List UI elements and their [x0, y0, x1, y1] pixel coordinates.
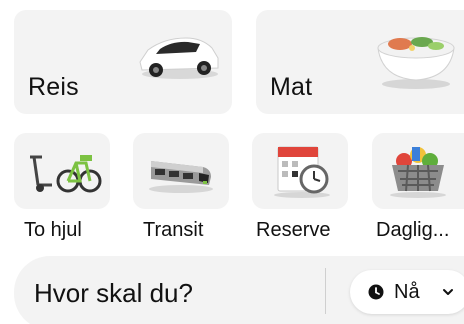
food-tile[interactable]: Mat — [256, 10, 464, 114]
where-to-search-bar[interactable]: Hvor skal du? Nå — [14, 256, 464, 324]
service-label-grocery: Daglig... — [376, 219, 450, 241]
clock-icon — [368, 284, 384, 300]
search-divider — [325, 268, 326, 314]
where-to-prompt[interactable]: Hvor skal du? — [34, 278, 193, 309]
ride-tile[interactable]: Reis — [14, 10, 232, 114]
service-transit[interactable] — [133, 133, 229, 209]
scooter-bike-icon — [30, 155, 102, 193]
service-two-wheels[interactable] — [14, 133, 110, 209]
time-selector-button[interactable]: Nå — [350, 270, 464, 314]
service-label-two-wheels: To hjul — [24, 219, 82, 241]
service-grocery[interactable] — [372, 133, 464, 209]
grocery-basket-icon — [390, 147, 446, 198]
car-icon — [139, 37, 219, 79]
service-reserve[interactable] — [252, 133, 348, 209]
chevron-down-icon — [443, 289, 453, 295]
calendar-clock-icon — [274, 146, 330, 198]
ride-label: Reis — [28, 73, 79, 101]
food-bowl-icon — [377, 37, 455, 89]
service-label-reserve: Reserve — [256, 219, 331, 241]
service-label-transit: Transit — [143, 219, 204, 241]
time-label: Nå — [394, 281, 420, 303]
food-label: Mat — [270, 73, 313, 101]
train-icon — [149, 161, 213, 193]
